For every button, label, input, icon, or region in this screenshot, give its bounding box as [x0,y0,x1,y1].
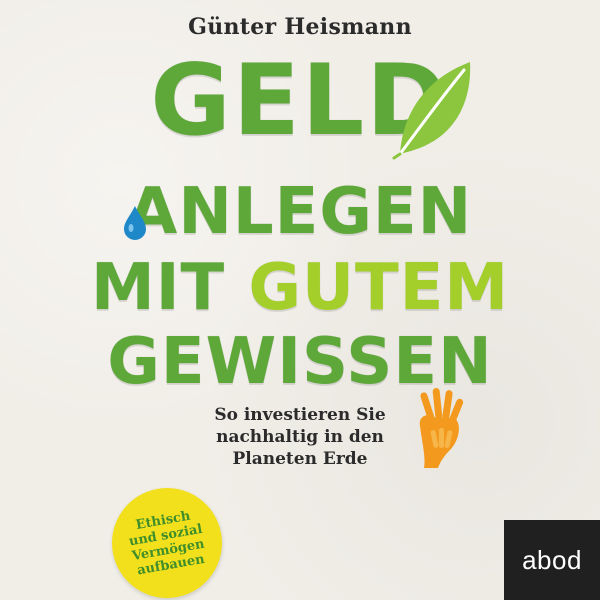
title-line-2: ANLEGEN [127,175,473,249]
water-drop-icon [124,206,146,240]
subtitle-line-3: Planeten Erde [232,449,368,469]
title-accent-word: GUTEM [248,251,509,325]
title-line-4: GEWISSEN [107,325,493,399]
book-cover: Günter Heismann GELD ANLEGEN MIT GUTEM G… [0,0,600,600]
author-name: Günter Heismann [188,14,412,40]
promo-badge: Ethisch und sozial Vermögen aufbauen [103,479,231,600]
subtitle-line-1: So investieren Sie [214,405,386,425]
subtitle-line-2: nachhaltig in den [216,427,384,447]
title-line-3: MIT GUTEM [0,256,600,320]
publisher-logo: abod [504,520,600,600]
title-line-3-part-1: MIT [91,251,249,325]
leaf-icon [392,62,471,160]
publisher-name: abod [522,544,582,575]
title-line-1: GELD [150,44,450,158]
subtitle: So investieren Sie nachhaltig in den Pla… [170,404,430,470]
